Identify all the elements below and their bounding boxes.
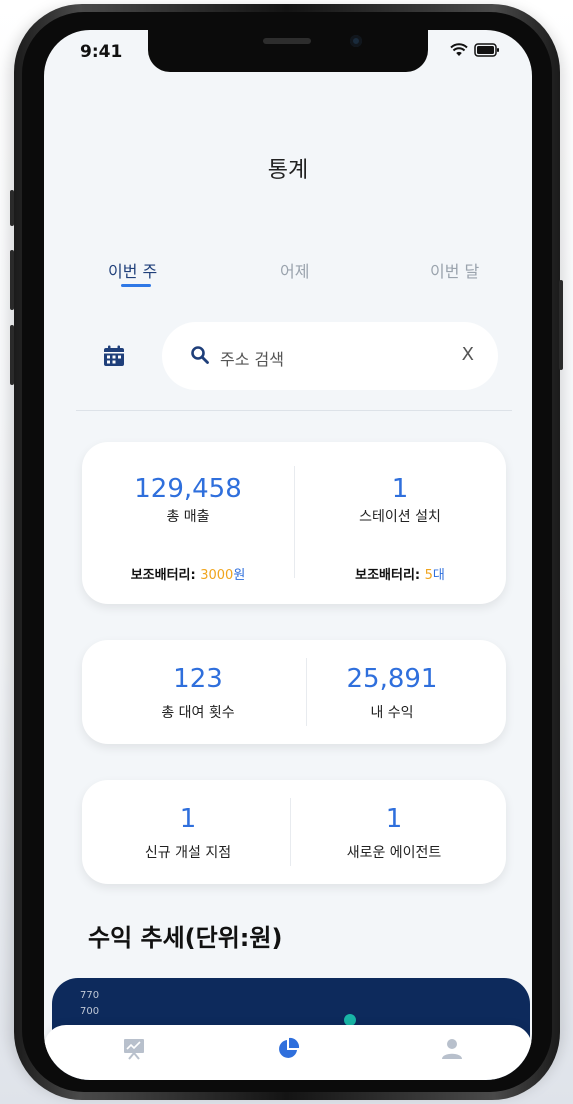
front-camera — [350, 35, 362, 47]
search-input[interactable]: 주소 검색 — [220, 346, 284, 370]
speaker-grille — [263, 38, 311, 44]
divider — [76, 410, 512, 411]
battery-price-value: 3000 — [200, 568, 234, 583]
active-tab-indicator — [121, 284, 151, 287]
page-title: 통계 — [267, 158, 309, 183]
volume-down-button — [10, 325, 14, 385]
mute-switch — [10, 190, 14, 226]
wifi-icon — [450, 43, 468, 56]
new-agents-value: 1 — [385, 804, 403, 834]
tab-yesterday[interactable]: 어제 — [280, 258, 309, 282]
stats-card-new: 1 신규 개설 지점 1 새로운 에이전트 — [82, 780, 506, 884]
my-revenue-value: 25,891 — [346, 664, 438, 694]
status-time: 9:41 — [80, 42, 123, 62]
battery-price-summary: 보조배터리: 3000원 — [82, 564, 294, 583]
power-button — [559, 280, 563, 370]
search-icon — [191, 346, 209, 364]
battery-count-value: 5 — [424, 568, 433, 583]
battery-count-summary: 보조배터리: 5대 — [294, 564, 506, 583]
y-axis-tick: 700 — [80, 1006, 100, 1017]
bottom-nav — [44, 1025, 532, 1080]
station-install-label: 스테이션 설치 — [359, 509, 441, 525]
notch — [148, 30, 428, 72]
new-branches-label: 신규 개설 지점 — [144, 845, 232, 861]
stats-card-sales: 129,458 총 매출 보조배터리: 3000원 1 스테이션 설치 보조배터… — [82, 442, 506, 604]
new-branches-value: 1 — [179, 804, 197, 834]
battery-count-label: 보조배터리: — [355, 568, 421, 583]
battery-icon — [474, 43, 499, 57]
calendar-icon[interactable] — [102, 344, 126, 368]
y-axis-tick: 770 — [80, 990, 100, 1001]
stats-card-rentals: 123 총 대여 횟수 25,891 내 수익 — [82, 640, 506, 744]
battery-price-unit: 원 — [233, 568, 246, 583]
new-agents-label: 새로운 에이전트 — [346, 845, 442, 861]
volume-up-button — [10, 250, 14, 310]
station-install-value: 1 — [391, 474, 409, 504]
tab-this-month[interactable]: 이번 달 — [430, 258, 479, 282]
my-revenue-label: 내 수익 — [370, 705, 414, 721]
status-icons — [450, 43, 500, 57]
battery-price-label: 보조배터리: — [130, 568, 196, 583]
search-bar[interactable]: 주소 검색 X — [162, 322, 498, 390]
pie-chart-icon[interactable] — [276, 1037, 300, 1061]
total-sales-label: 총 매출 — [166, 509, 210, 525]
battery-count-unit: 대 — [432, 568, 445, 583]
total-sales-value: 129,458 — [134, 474, 242, 504]
total-rentals-label: 총 대여 횟수 — [161, 705, 235, 721]
clear-search-button[interactable]: X — [462, 344, 474, 365]
total-rentals-value: 123 — [173, 664, 223, 694]
user-icon[interactable] — [440, 1037, 464, 1061]
app-screen: 9:41 통계 이번 주 어제 이번 달 주소 검색 X 129,458 총 매… — [44, 30, 532, 1080]
chart-presentation-icon[interactable] — [122, 1037, 146, 1061]
revenue-trend-title: 수익 추세(단위:원) — [88, 924, 283, 952]
tab-this-week[interactable]: 이번 주 — [108, 258, 157, 282]
